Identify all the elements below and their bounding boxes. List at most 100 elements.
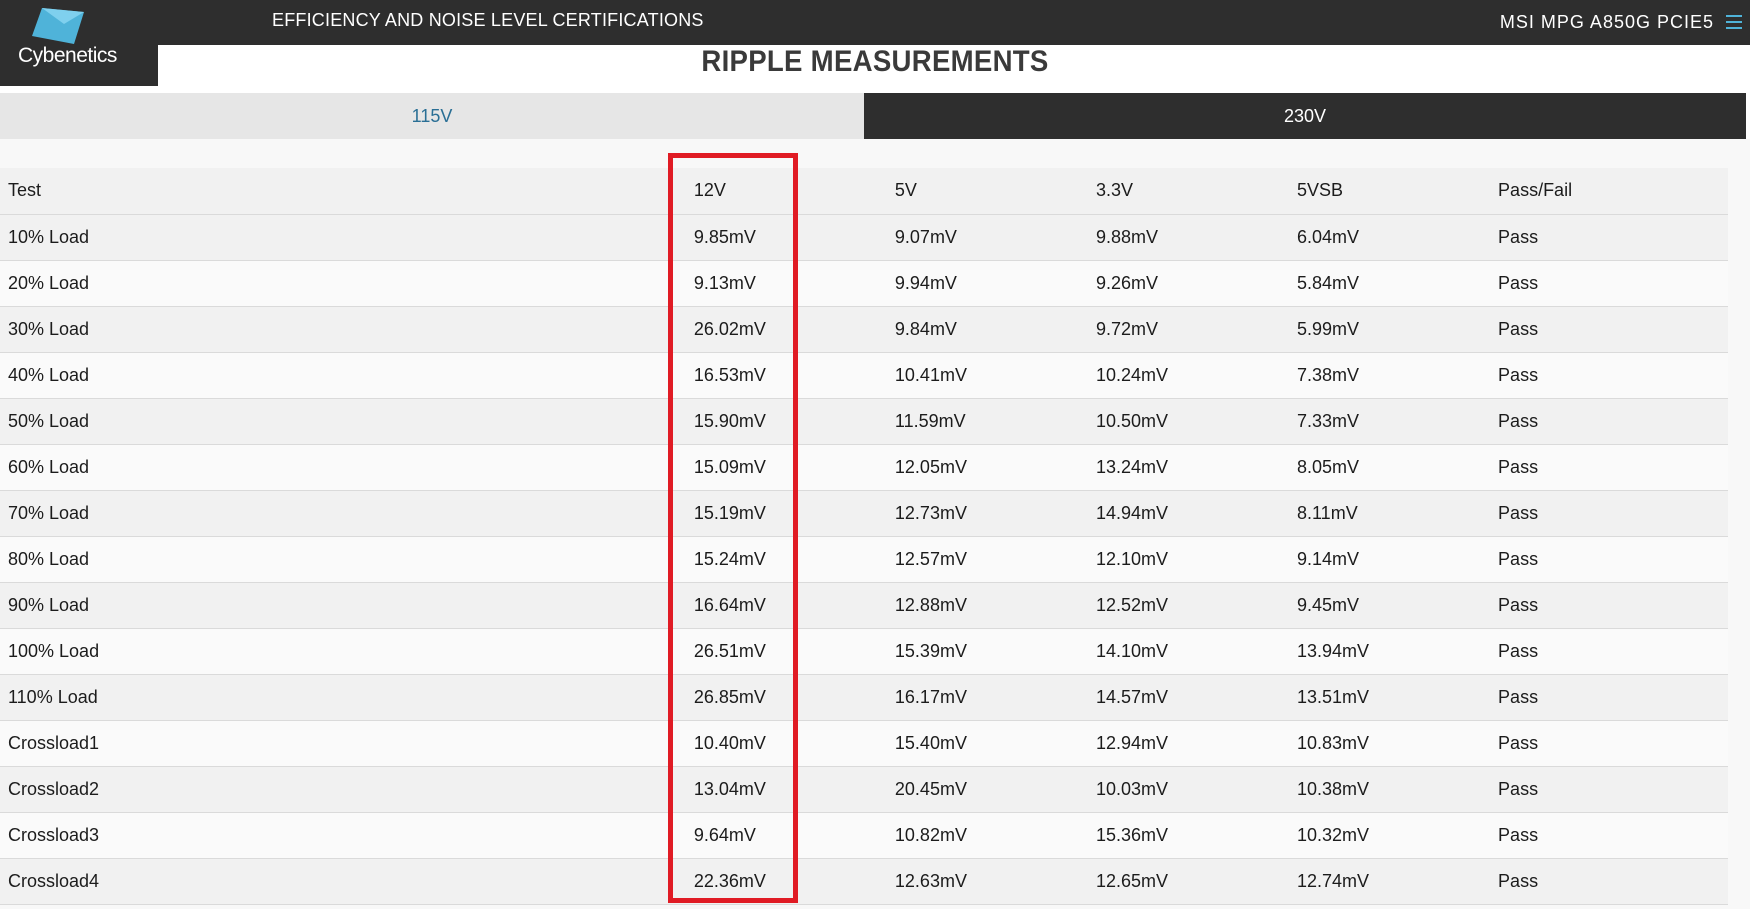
logo-diamond-icon: [32, 8, 84, 44]
table-row: 80% Load 15.24mV 12.57mV 12.10mV 9.14mV Pass: [0, 536, 1728, 583]
ripple-value-cell: 13.94mV: [1289, 628, 1491, 675]
test-name-cell: 70% Load: [0, 490, 686, 537]
ripple-value-cell: 10.32mV: [1289, 812, 1491, 859]
table-header-row: Test 12V 5V 3.3V 5VSB Pass/Fail: [0, 168, 1728, 215]
test-name-cell: 100% Load: [0, 628, 686, 675]
pass-fail-cell: Pass: [1490, 536, 1728, 583]
pass-fail-cell: Pass: [1490, 582, 1728, 629]
page-title: RIPPLE MEASUREMENTS: [701, 45, 1049, 78]
test-name-cell: 10% Load: [0, 214, 686, 261]
ripple-table: Test 12V 5V 3.3V 5VSB Pass/Fail 10% Load…: [0, 168, 1728, 905]
tab-230v[interactable]: 230V: [864, 93, 1746, 139]
table-row: 30% Load 26.02mV 9.84mV 9.72mV 5.99mV Pass: [0, 306, 1728, 353]
pass-fail-cell: Pass: [1490, 674, 1728, 721]
table-row: 50% Load 15.90mV 11.59mV 10.50mV 7.33mV Pass: [0, 398, 1728, 445]
ripple-value-cell: 5.99mV: [1289, 306, 1491, 353]
table-row: Crossload2 13.04mV 20.45mV 10.03mV 10.38mV Pa…: [0, 766, 1728, 813]
ripple-value-cell: 10.03mV: [1087, 766, 1289, 813]
ripple-value-cell: 12.10mV: [1087, 536, 1289, 583]
ripple-value-cell: 26.51mV: [685, 628, 887, 675]
pass-fail-cell: Pass: [1490, 306, 1728, 353]
ripple-value-cell: 9.45mV: [1289, 582, 1491, 629]
ripple-value-cell: 7.38mV: [1289, 352, 1491, 399]
table-row: Crossload3 9.64mV 10.82mV 15.36mV 10.32mV Pas…: [0, 812, 1728, 859]
column-header: 12V: [685, 168, 887, 215]
table-row: Crossload1 10.40mV 15.40mV 12.94mV 10.83mV Pa…: [0, 720, 1728, 767]
column-header: 3.3V: [1087, 168, 1289, 215]
ripple-value-cell: 9.26mV: [1087, 260, 1289, 307]
test-name-cell: 80% Load: [0, 536, 686, 583]
ripple-value-cell: 12.88mV: [886, 582, 1088, 629]
ripple-value-cell: 15.90mV: [685, 398, 887, 445]
ripple-value-cell: 15.19mV: [685, 490, 887, 537]
product-name: MSI MPG A850G PCIE5: [1499, 12, 1714, 32]
ripple-value-cell: 9.94mV: [886, 260, 1088, 307]
tab-115v[interactable]: 115V: [0, 93, 864, 139]
pass-fail-cell: Pass: [1490, 214, 1728, 261]
ripple-value-cell: 15.36mV: [1087, 812, 1289, 859]
table-row: 10% Load 9.85mV 9.07mV 9.88mV 6.04mV Pass: [0, 214, 1728, 261]
ripple-value-cell: 9.72mV: [1087, 306, 1289, 353]
test-name-cell: 30% Load: [0, 306, 686, 353]
ripple-value-cell: 12.52mV: [1087, 582, 1289, 629]
column-header: Test: [0, 168, 686, 215]
table-row: 70% Load 15.19mV 12.73mV 14.94mV 8.11mV Pass: [0, 490, 1728, 537]
table-row: 100% Load 26.51mV 15.39mV 14.10mV 13.94mV Pas…: [0, 628, 1728, 675]
ripple-value-cell: 5.84mV: [1289, 260, 1491, 307]
ripple-value-cell: 26.02mV: [685, 306, 887, 353]
ripple-value-cell: 10.82mV: [886, 812, 1088, 859]
ripple-value-cell: 9.14mV: [1289, 536, 1491, 583]
ripple-value-cell: 15.24mV: [685, 536, 887, 583]
table-row: 110% Load 26.85mV 16.17mV 14.57mV 13.51mV Pas…: [0, 674, 1728, 721]
pass-fail-cell: Pass: [1490, 812, 1728, 859]
pass-fail-cell: Pass: [1490, 858, 1728, 905]
column-header: 5V: [886, 168, 1088, 215]
ripple-value-cell: 14.10mV: [1087, 628, 1289, 675]
ripple-value-cell: 11.59mV: [886, 398, 1088, 445]
ripple-value-cell: 10.41mV: [886, 352, 1088, 399]
column-header: 5VSB: [1289, 168, 1491, 215]
ripple-value-cell: 15.09mV: [685, 444, 887, 491]
ripple-value-cell: 26.85mV: [685, 674, 887, 721]
table-row: 60% Load 15.09mV 12.05mV 13.24mV 8.05mV Pass: [0, 444, 1728, 491]
ripple-value-cell: 9.84mV: [886, 306, 1088, 353]
table-row: 90% Load 16.64mV 12.88mV 12.52mV 9.45mV Pass: [0, 582, 1728, 629]
ripple-value-cell: 6.04mV: [1289, 214, 1491, 261]
hamburger-menu-icon[interactable]: [1724, 12, 1744, 32]
pass-fail-cell: Pass: [1490, 260, 1728, 307]
test-name-cell: 20% Load: [0, 260, 686, 307]
top-bar: EFFICIENCY AND NOISE LEVEL CERTIFICATION…: [0, 0, 1750, 45]
ripple-value-cell: 16.17mV: [886, 674, 1088, 721]
ripple-value-cell: 10.24mV: [1087, 352, 1289, 399]
pass-fail-cell: Pass: [1490, 628, 1728, 675]
ripple-value-cell: 12.65mV: [1087, 858, 1289, 905]
site-logo[interactable]: Cybenetics: [0, 0, 158, 86]
test-name-cell: 50% Load: [0, 398, 686, 445]
ripple-value-cell: 9.13mV: [685, 260, 887, 307]
ripple-value-cell: 9.64mV: [685, 812, 887, 859]
column-header: Pass/Fail: [1490, 168, 1728, 215]
test-name-cell: 40% Load: [0, 352, 686, 399]
test-name-cell: Crossload3: [0, 812, 686, 859]
ripple-value-cell: 9.88mV: [1087, 214, 1289, 261]
ripple-value-cell: 12.63mV: [886, 858, 1088, 905]
ripple-value-cell: 16.53mV: [685, 352, 887, 399]
test-name-cell: Crossload2: [0, 766, 686, 813]
test-name-cell: Crossload1: [0, 720, 686, 767]
pass-fail-cell: Pass: [1490, 720, 1728, 767]
ripple-value-cell: 13.04mV: [685, 766, 887, 813]
ripple-value-cell: 14.57mV: [1087, 674, 1289, 721]
ripple-value-cell: 10.40mV: [685, 720, 887, 767]
test-name-cell: Crossload4: [0, 858, 686, 905]
ripple-value-cell: 12.94mV: [1087, 720, 1289, 767]
table-area: Test 12V 5V 3.3V 5VSB Pass/Fail 10% Load…: [0, 139, 1750, 909]
pass-fail-cell: Pass: [1490, 352, 1728, 399]
site-section-title[interactable]: EFFICIENCY AND NOISE LEVEL CERTIFICATION…: [272, 10, 704, 31]
page: EFFICIENCY AND NOISE LEVEL CERTIFICATION…: [0, 0, 1750, 909]
ripple-value-cell: 20.45mV: [886, 766, 1088, 813]
ripple-value-cell: 15.40mV: [886, 720, 1088, 767]
ripple-value-cell: 10.38mV: [1289, 766, 1491, 813]
ripple-value-cell: 13.24mV: [1087, 444, 1289, 491]
ripple-value-cell: 10.50mV: [1087, 398, 1289, 445]
ripple-value-cell: 14.94mV: [1087, 490, 1289, 537]
